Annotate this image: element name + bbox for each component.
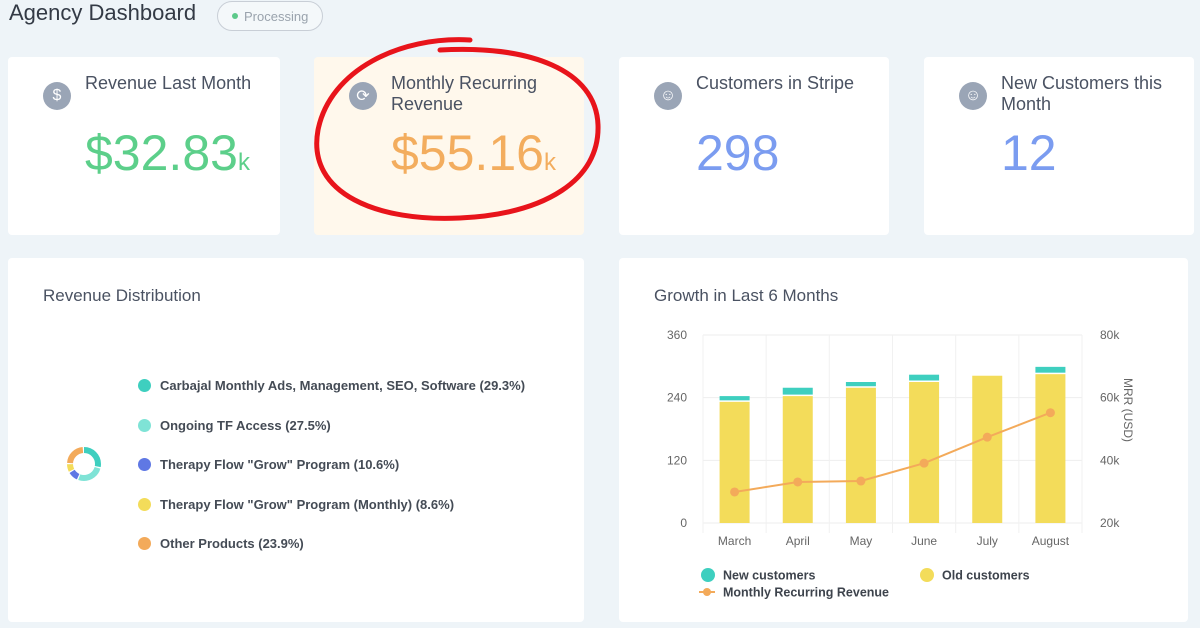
x-tick-label: July [977, 534, 998, 548]
y-tick-label: 360 [667, 328, 687, 342]
legend-swatch [138, 379, 151, 392]
y2-tick-label: 80k [1100, 328, 1120, 342]
legend-swatch [138, 497, 151, 511]
x-tick-label: May [850, 534, 873, 548]
y2-tick-label: 20k [1100, 516, 1120, 530]
mrr-point [793, 477, 803, 487]
bar-old-customers [972, 375, 1003, 523]
section-title: Revenue Distribution [43, 286, 201, 305]
status-text: Processing [244, 8, 309, 24]
legend-swatch [138, 418, 151, 432]
legend-item[interactable]: Ongoing TF Access (27.5%) [138, 418, 331, 433]
refresh-icon: ⟳ [349, 82, 377, 110]
kpi-value: 298 [696, 125, 780, 181]
mrr-point [982, 432, 992, 442]
legend-label: Other Products (23.9%) [160, 536, 304, 551]
bar-old-customers [845, 387, 876, 523]
growth-chart: 0 120 240 360 20k 40k 60k 80k MRR (USD) March Apri… [667, 328, 1135, 600]
legend-label: Monthly Recurring Revenue [723, 586, 889, 600]
kpi-value: $32.83k [85, 125, 250, 181]
kpi-label: Revenue Last Month [85, 73, 252, 93]
bar-old-customers [1035, 374, 1066, 523]
legend-label: Therapy Flow "Grow" Program (Monthly) (8… [160, 496, 455, 512]
bar-old-customers [719, 401, 750, 523]
dollar-icon: $ [43, 82, 71, 110]
legend-item[interactable]: Therapy Flow "Grow" Program (Monthly) (8… [138, 497, 454, 512]
legend-swatch [701, 568, 715, 582]
kpi-label: Monthly Recurring Revenue [391, 73, 538, 114]
growth-card: Growth in Last 6 Months 0 120 240 360 20k 40k… [619, 258, 1188, 622]
legend-label: Old customers [942, 569, 1030, 583]
legend-label: New customers [723, 569, 815, 583]
mrr-point [1045, 408, 1055, 418]
legend-marker [703, 588, 711, 596]
kpi-new-customers: ☺ New Customers this Month 12 [924, 57, 1194, 235]
x-tick-label: August [1032, 534, 1070, 548]
legend-label: Ongoing TF Access (27.5%) [160, 417, 331, 433]
legend-label: Carbajal Monthly Ads, Management, SEO, S… [160, 378, 526, 393]
bar-new-customers [909, 374, 940, 381]
legend-label: Therapy Flow "Grow" Program (10.6%) [160, 457, 400, 472]
bar-old-customers [909, 382, 940, 523]
users-icon: ☺ [654, 82, 682, 110]
x-tick-label: March [718, 534, 751, 548]
kpi-revenue-last-month: $ Revenue Last Month $32.83k [8, 57, 280, 235]
bar-new-customers [719, 396, 750, 401]
status-dot [232, 13, 238, 19]
kpi-customers-in-stripe: ☺ Customers in Stripe 298 [619, 57, 889, 235]
new-user-icon: ☺ [959, 82, 987, 110]
x-tick-label: June [911, 534, 937, 548]
legend-item[interactable]: Therapy Flow "Grow" Program (10.6%) [138, 457, 399, 472]
bar-new-customers [782, 387, 813, 395]
legend-swatch [138, 458, 151, 471]
bar-old-customers [782, 396, 813, 523]
x-tick-label: April [786, 534, 810, 548]
kpi-value: 12 [1001, 125, 1057, 181]
legend-item[interactable]: Other Products (23.9%) [138, 536, 304, 551]
page-title: Agency Dashboard [9, 0, 197, 25]
bar-new-customers [1035, 366, 1066, 373]
kpi-mrr: ⟳ Monthly Recurring Revenue $55.16k [314, 57, 584, 235]
y-tick-label: 240 [667, 391, 687, 405]
mrr-point [919, 458, 929, 468]
status-badge: Processing [217, 1, 324, 31]
donut-chart [67, 447, 101, 481]
legend-swatch [138, 537, 151, 550]
y2-tick-label: 60k [1100, 391, 1120, 405]
revenue-distribution-card: Revenue Distribution Carbajal Monthly Ad… [8, 258, 584, 622]
y2-tick-label: 40k [1100, 453, 1120, 467]
bar-new-customers [845, 382, 876, 387]
kpi-label: New Customers this Month [1001, 73, 1163, 114]
y-tick-label: 0 [680, 516, 687, 530]
y-tick-label: 120 [667, 453, 687, 467]
legend-swatch [920, 568, 934, 582]
mrr-point [730, 487, 740, 497]
kpi-value: $55.16k [391, 125, 556, 181]
legend-item[interactable]: Carbajal Monthly Ads, Management, SEO, S… [138, 378, 525, 393]
kpi-label: Customers in Stripe [696, 73, 855, 93]
mrr-point [856, 476, 866, 486]
y2-axis-label: MRR (USD) [1121, 378, 1135, 442]
